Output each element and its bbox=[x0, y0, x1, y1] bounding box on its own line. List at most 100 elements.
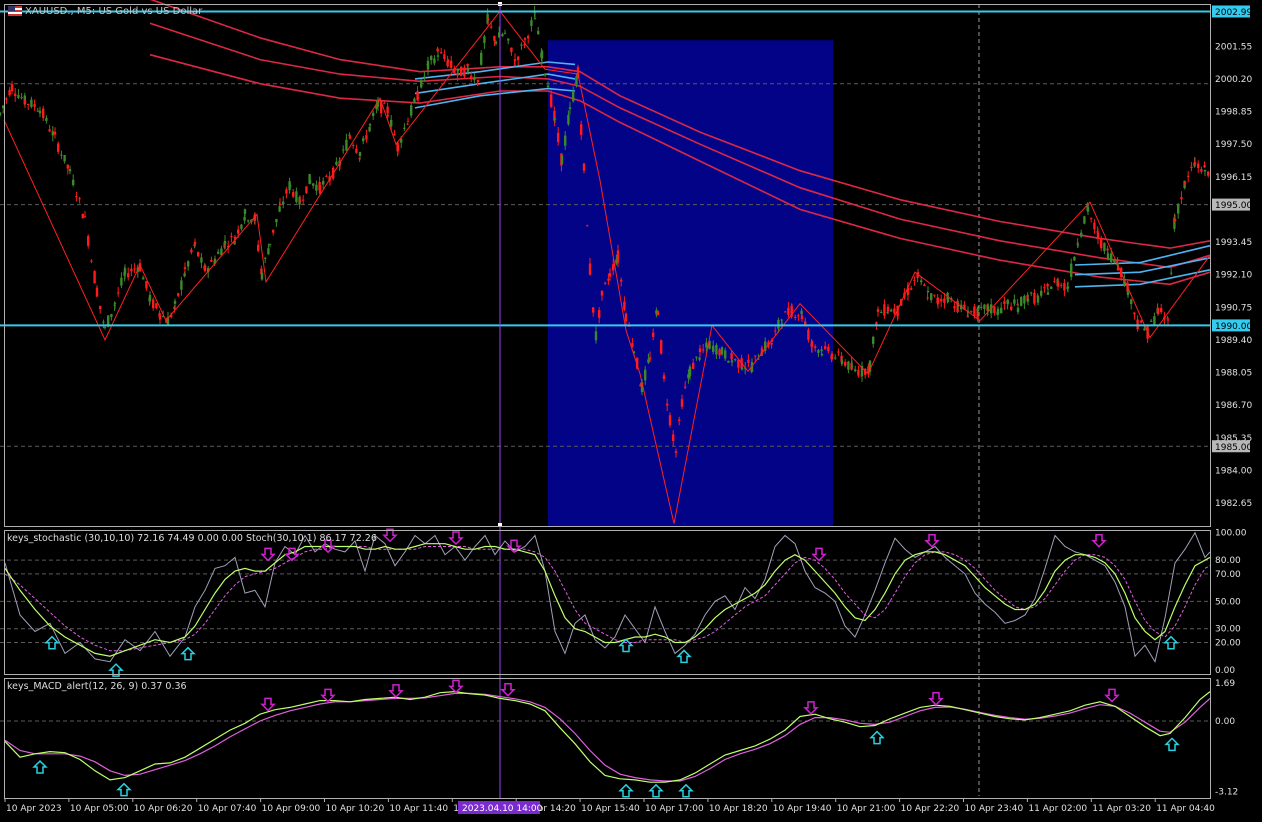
price-tick-label: 1989.40 bbox=[1215, 336, 1252, 346]
candle-body bbox=[78, 198, 81, 200]
candle-body bbox=[440, 52, 443, 54]
candle-body bbox=[348, 136, 352, 139]
candle-body bbox=[1063, 282, 1066, 291]
candle-body bbox=[1130, 299, 1133, 304]
candle-body bbox=[282, 201, 285, 205]
macd-tick-label: 0.00 bbox=[1215, 717, 1235, 727]
candle-body bbox=[854, 369, 857, 372]
candle-body bbox=[90, 260, 93, 262]
candle-body bbox=[1070, 263, 1073, 277]
candle-body bbox=[456, 68, 460, 72]
candle-body bbox=[365, 135, 368, 140]
chart-canvas[interactable]: 2002.99 2001.55 2000.20 1998.85 1997.50 1996.… bbox=[0, 0, 1262, 818]
candle-body bbox=[660, 340, 663, 354]
candle-body bbox=[926, 290, 930, 293]
candle-body bbox=[1073, 256, 1076, 261]
candle-body bbox=[620, 279, 623, 282]
candle-body bbox=[727, 360, 730, 363]
candle-body bbox=[278, 206, 281, 212]
stoch-tick-label: 70.00 bbox=[1215, 570, 1241, 580]
candle-body bbox=[647, 359, 650, 363]
candle-body bbox=[1173, 218, 1177, 222]
candle-body bbox=[872, 336, 875, 344]
candle-body bbox=[267, 248, 270, 255]
candle-body bbox=[580, 124, 583, 135]
candle-body bbox=[240, 224, 243, 229]
candle-body bbox=[1080, 232, 1083, 237]
candle-body bbox=[123, 268, 127, 275]
candle-body bbox=[476, 79, 480, 83]
candle-body bbox=[1016, 307, 1020, 313]
candle-body bbox=[1180, 197, 1183, 199]
candle-body bbox=[20, 97, 23, 99]
candle-body bbox=[770, 342, 773, 345]
price-level-label: 1990.00 bbox=[1215, 322, 1252, 332]
candle-body bbox=[30, 99, 33, 107]
candle-body bbox=[976, 307, 980, 312]
candle-body bbox=[550, 94, 553, 107]
us-flag-icon bbox=[8, 6, 22, 16]
candle-body bbox=[1126, 291, 1130, 296]
candle-body bbox=[480, 52, 483, 65]
candle-body bbox=[857, 369, 860, 376]
candle-body bbox=[834, 357, 837, 359]
candle-body bbox=[668, 415, 672, 426]
time-tick-label: 10 Apr 06:20 bbox=[134, 804, 193, 814]
candle-body bbox=[537, 30, 540, 35]
candle-body bbox=[260, 272, 264, 280]
time-tick-label: 10 Apr 18:20 bbox=[709, 804, 768, 814]
candle-body bbox=[926, 297, 929, 299]
candle-body bbox=[604, 282, 607, 284]
stoch-tick-label: 80.00 bbox=[1215, 556, 1241, 566]
candle-body bbox=[1200, 169, 1203, 172]
candle-body bbox=[93, 271, 96, 284]
candle-body bbox=[295, 191, 298, 203]
candle-body bbox=[883, 304, 886, 316]
candle-body bbox=[243, 209, 247, 214]
candle-body bbox=[494, 41, 498, 44]
candle-body bbox=[572, 90, 575, 102]
candle-body bbox=[362, 138, 365, 142]
candle-body bbox=[560, 155, 564, 165]
candle-body bbox=[99, 305, 102, 310]
candle-body bbox=[1150, 320, 1153, 322]
candle-body bbox=[1113, 260, 1116, 263]
candle-body bbox=[345, 139, 348, 151]
macd-tick-label: 1.69 bbox=[1215, 679, 1235, 689]
candle-body bbox=[493, 36, 496, 41]
candle-body bbox=[193, 241, 197, 245]
chart-window[interactable]: 2002.99 2001.55 2000.20 1998.85 1997.50 1996.… bbox=[0, 0, 1262, 818]
candle-body bbox=[483, 36, 486, 43]
candle-body bbox=[1043, 287, 1046, 289]
candle-body bbox=[507, 38, 510, 41]
candle-body bbox=[718, 349, 721, 356]
candle-body bbox=[1160, 308, 1163, 313]
stoch-tick-label: 100.00 bbox=[1215, 529, 1247, 539]
candle-body bbox=[1156, 307, 1160, 315]
candle-body bbox=[72, 179, 75, 186]
candle-body bbox=[152, 299, 155, 309]
candle-body bbox=[1140, 320, 1143, 323]
candle-body bbox=[712, 345, 715, 352]
candle-body bbox=[33, 104, 36, 107]
candle-body bbox=[305, 186, 308, 193]
candle-body bbox=[210, 259, 213, 262]
candle-body bbox=[662, 375, 666, 379]
candle-body bbox=[913, 279, 916, 281]
candle-body bbox=[275, 218, 278, 223]
candle-body bbox=[607, 278, 610, 281]
candle-body bbox=[302, 199, 305, 201]
candle-body bbox=[1133, 312, 1136, 315]
candle-body bbox=[517, 56, 520, 60]
candle-body bbox=[155, 303, 158, 309]
candle-body bbox=[943, 298, 946, 303]
candle-body bbox=[644, 369, 647, 381]
candle-body bbox=[837, 351, 840, 353]
candle-body bbox=[986, 305, 990, 311]
candle-body bbox=[358, 152, 362, 156]
candle-body bbox=[886, 306, 890, 312]
candle-body bbox=[1040, 290, 1043, 296]
candle-body bbox=[1143, 328, 1146, 331]
candle-body bbox=[278, 203, 282, 205]
candle-body bbox=[953, 306, 956, 309]
